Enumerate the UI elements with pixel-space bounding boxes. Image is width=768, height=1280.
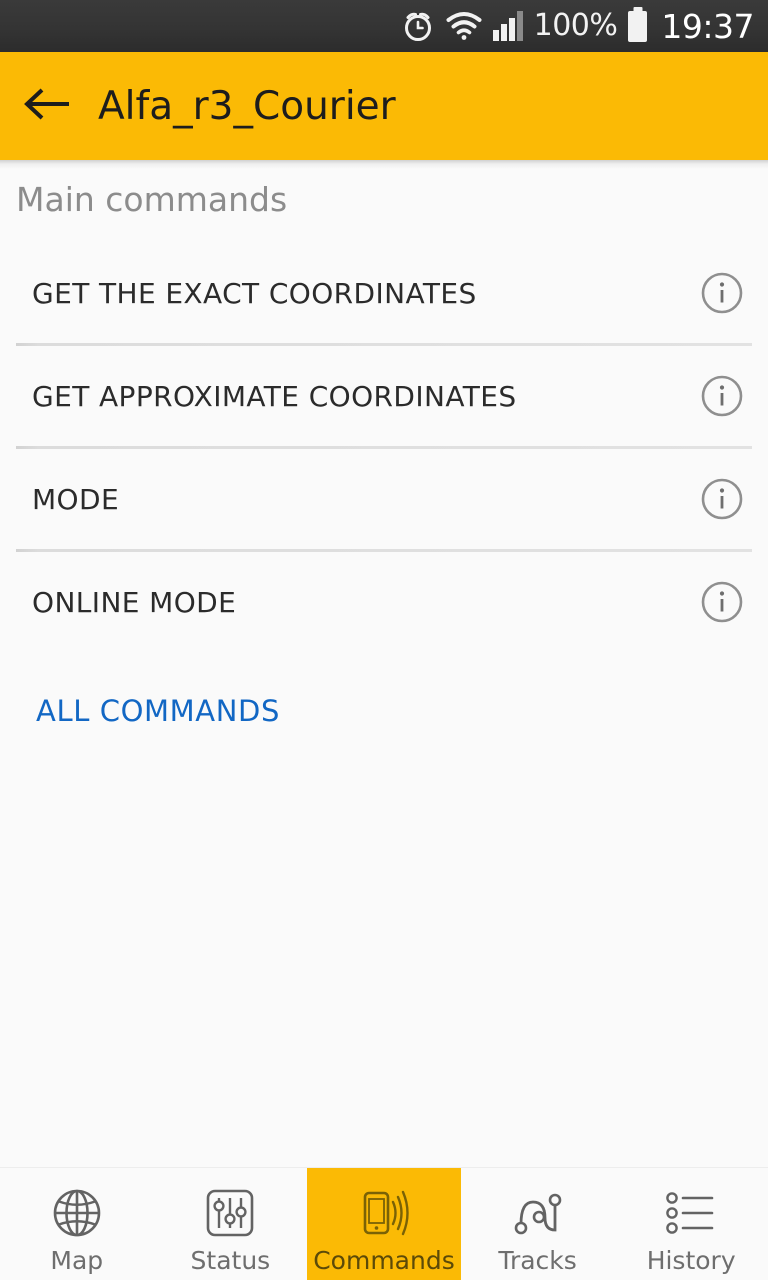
alarm-clock-icon	[401, 9, 435, 43]
signal-bars-icon	[492, 11, 523, 41]
info-icon[interactable]	[700, 374, 744, 418]
list-icon	[662, 1182, 720, 1244]
battery-percent-label: 100%	[533, 8, 618, 43]
sliders-icon	[202, 1182, 258, 1244]
nav-label: Status	[190, 1246, 271, 1275]
command-row-get-approximate-coordinates[interactable]: GET APPROXIMATE COORDINATES	[0, 346, 768, 446]
command-row-get-the-exact-coordinates[interactable]: GET THE EXACT COORDINATES	[0, 243, 768, 343]
wifi-icon	[446, 11, 482, 41]
nav-label: History	[646, 1246, 736, 1275]
nav-item-tracks[interactable]: Tracks	[461, 1168, 615, 1280]
battery-full-icon	[628, 10, 648, 42]
app-root: 100% 19:37 Alfa_r3_Courier Main commands…	[0, 0, 768, 1280]
nav-label: Map	[50, 1246, 104, 1275]
section-header: Main commands	[16, 180, 288, 219]
command-list: GET THE EXACT COORDINATES GET APPROXIMAT…	[0, 243, 768, 652]
phone-signal-icon	[354, 1182, 414, 1244]
back-arrow-icon	[23, 86, 73, 126]
nav-label: Tracks	[498, 1246, 577, 1275]
route-icon	[509, 1182, 567, 1244]
nav-item-status[interactable]: Status	[154, 1168, 308, 1280]
command-row-online-mode[interactable]: ONLINE MODE	[0, 552, 768, 652]
nav-item-history[interactable]: History	[614, 1168, 768, 1280]
nav-label: Commands	[313, 1246, 455, 1275]
command-label: ONLINE MODE	[32, 585, 237, 619]
main-content: Main commands GET THE EXACT COORDINATES …	[0, 160, 768, 1167]
page-title: Alfa_r3_Courier	[98, 83, 396, 129]
all-commands-link[interactable]: ALL COMMANDS	[36, 694, 280, 728]
command-label: GET THE EXACT COORDINATES	[32, 276, 477, 310]
status-bar-clock: 19:37	[661, 6, 754, 46]
all-commands-wrapper: ALL COMMANDS	[0, 652, 768, 728]
back-button[interactable]	[0, 52, 96, 160]
info-icon[interactable]	[700, 477, 744, 521]
command-label: GET APPROXIMATE COORDINATES	[32, 379, 517, 413]
bottom-navigation: Map Status Commands Tracks History	[0, 1167, 768, 1280]
status-bar: 100% 19:37	[0, 0, 768, 52]
command-label: MODE	[32, 482, 120, 516]
nav-item-map[interactable]: Map	[0, 1168, 154, 1280]
nav-item-commands[interactable]: Commands	[307, 1168, 461, 1280]
info-icon[interactable]	[700, 580, 744, 624]
command-row-mode[interactable]: MODE	[0, 449, 768, 549]
globe-icon	[48, 1182, 106, 1244]
toolbar: Alfa_r3_Courier	[0, 52, 768, 160]
info-icon[interactable]	[700, 271, 744, 315]
